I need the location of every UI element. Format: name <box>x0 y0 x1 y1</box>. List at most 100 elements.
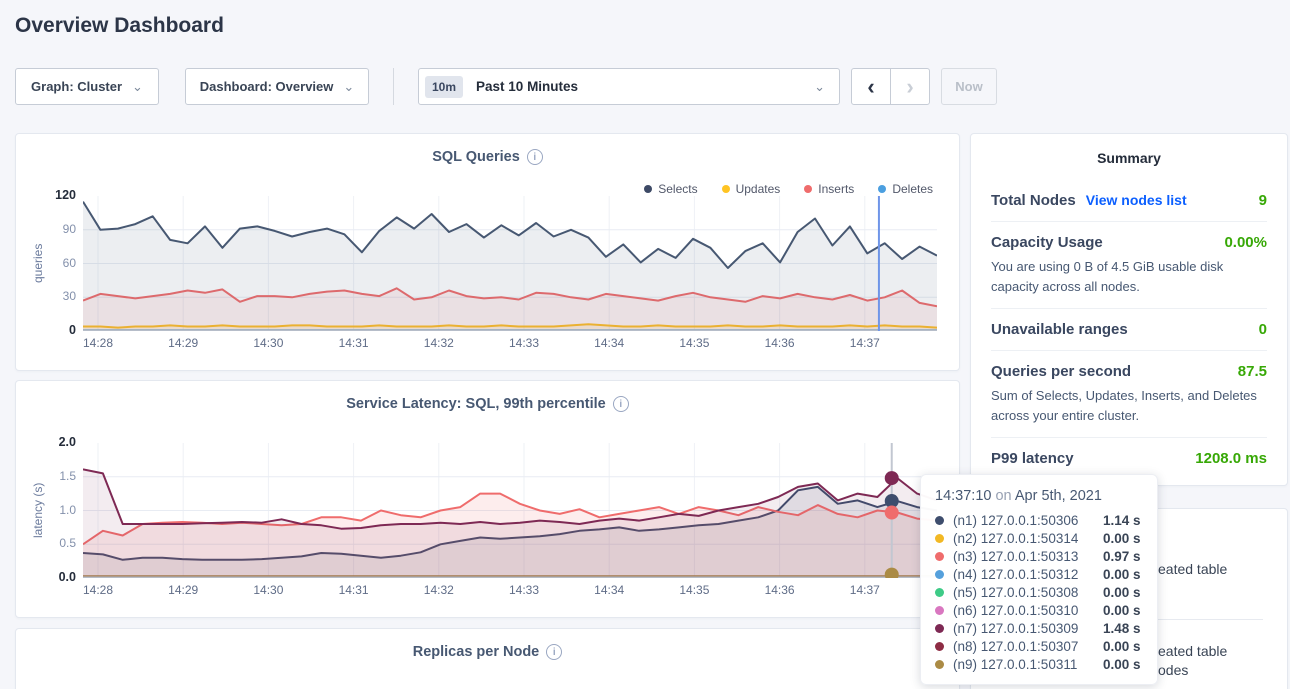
view-nodes-list-link[interactable]: View nodes list <box>1086 192 1187 208</box>
chart-title-row: SQL Queries i <box>16 149 959 165</box>
x-tick-label: 14:37 <box>837 583 893 597</box>
node-latency-value: 0.00 s <box>1103 531 1141 546</box>
x-tick-label: 14:33 <box>496 336 552 350</box>
tooltip-node-row: (n6) 127.0.0.1:503100.00 s <box>935 601 1143 619</box>
tooltip-node-row: (n1) 127.0.0.1:503061.14 s <box>935 511 1143 529</box>
x-tick-label: 14:30 <box>240 336 296 350</box>
y-tick-label: 0.0 <box>16 570 76 584</box>
tooltip-node-row: (n5) 127.0.0.1:503080.00 s <box>935 583 1143 601</box>
legend-dot <box>878 185 886 193</box>
node-color-dot <box>935 552 944 561</box>
chart-hover-tooltip: 14:37:10 on Apr 5th, 2021 (n1) 127.0.0.1… <box>920 474 1158 685</box>
node-latency-value: 0.00 s <box>1103 603 1141 618</box>
node-address: (n3) 127.0.0.1:50313 <box>953 549 1103 564</box>
graph-dropdown[interactable]: Graph: Cluster ⌄ <box>15 68 159 105</box>
node-address: (n6) 127.0.0.1:50310 <box>953 603 1103 618</box>
chart-title-row: Replicas per Node i <box>16 644 959 660</box>
sql-queries-plot[interactable] <box>83 196 937 331</box>
summary-label: Capacity Usage <box>991 234 1103 251</box>
y-tick-label: 1.0 <box>16 503 76 517</box>
y-tick-label: 0 <box>16 323 76 337</box>
chart-title: Service Latency: SQL, 99th percentile <box>346 396 606 412</box>
now-button[interactable]: Now <box>941 68 997 105</box>
x-tick-label: 14:31 <box>326 336 382 350</box>
node-latency-value: 1.14 s <box>1103 513 1141 528</box>
summary-row-p99-latency: P99 latency 1208.0 ms <box>991 438 1267 479</box>
info-icon[interactable]: i <box>527 149 543 165</box>
node-color-dot <box>935 570 944 579</box>
summary-row-queries-per-second: Queries per second 87.5 Sum of Selects, … <box>991 351 1267 438</box>
time-range-badge: 10m <box>425 76 463 98</box>
legend-item[interactable]: Deletes <box>878 182 933 196</box>
dashboard-dropdown[interactable]: Dashboard: Overview ⌄ <box>185 68 369 105</box>
node-latency-value: 0.00 s <box>1103 567 1141 582</box>
dashboard-dropdown-label: Dashboard: Overview <box>200 79 334 94</box>
chart-title: Replicas per Node <box>413 644 540 660</box>
graph-dropdown-label: Graph: Cluster <box>31 79 122 94</box>
node-color-dot <box>935 534 944 543</box>
node-address: (n4) 127.0.0.1:50312 <box>953 567 1103 582</box>
x-tick-label: 14:35 <box>666 336 722 350</box>
summary-label: Queries per second <box>991 363 1131 380</box>
summary-label: Total Nodes <box>991 192 1076 209</box>
tooltip-timestamp: 14:37:10 on Apr 5th, 2021 <box>935 488 1143 504</box>
summary-value: 9 <box>1259 192 1267 209</box>
y-tick-label: 120 <box>16 188 76 202</box>
time-range-selector[interactable]: 10m Past 10 Minutes ⌄ <box>418 68 840 105</box>
x-tick-label: 14:32 <box>411 336 467 350</box>
summary-label: Unavailable ranges <box>991 321 1128 338</box>
chevron-down-icon: ⌄ <box>343 82 354 92</box>
node-latency-value: 0.00 s <box>1103 585 1141 600</box>
info-icon[interactable]: i <box>613 396 629 412</box>
x-tick-label: 14:35 <box>666 583 722 597</box>
node-color-dot <box>935 516 944 525</box>
time-next-button[interactable]: › <box>890 68 930 105</box>
time-prev-button[interactable]: ‹ <box>851 68 891 105</box>
time-range-label: Past 10 Minutes <box>476 79 814 94</box>
service-latency-plot[interactable] <box>83 443 937 578</box>
service-latency-chart-card: Service Latency: SQL, 99th percentile i … <box>15 380 960 618</box>
x-tick-label: 14:33 <box>496 583 552 597</box>
legend-item[interactable]: Inserts <box>804 182 854 196</box>
summary-row-total-nodes: Total Nodes View nodes list 9 <box>991 180 1267 222</box>
summary-row-capacity-usage: Capacity Usage 0.00% You are using 0 B o… <box>991 222 1267 309</box>
x-tick-label: 14:36 <box>752 336 808 350</box>
x-tick-label: 14:28 <box>70 336 126 350</box>
event-text-fragment: eated table <box>1158 643 1227 659</box>
x-tick-label: 14:30 <box>240 583 296 597</box>
tooltip-node-row: (n4) 127.0.0.1:503120.00 s <box>935 565 1143 583</box>
legend-item[interactable]: Selects <box>644 182 697 196</box>
replicas-per-node-chart-card: Replicas per Node i <box>15 628 960 689</box>
y-tick-label: 1.5 <box>16 469 76 483</box>
legend-dot <box>644 185 652 193</box>
crosshair-dot <box>885 471 899 485</box>
summary-description: Sum of Selects, Updates, Inserts, and De… <box>991 386 1267 425</box>
y-tick-label: 60 <box>16 256 76 270</box>
node-latency-value: 1.48 s <box>1103 621 1141 636</box>
chart-title-row: Service Latency: SQL, 99th percentile i <box>16 396 959 412</box>
x-tick-label: 14:31 <box>326 583 382 597</box>
node-address: (n9) 127.0.0.1:50311 <box>953 657 1103 672</box>
y-tick-label: 90 <box>16 222 76 236</box>
summary-description: You are using 0 B of 4.5 GiB usable disk… <box>991 257 1267 296</box>
summary-panel: Summary Total Nodes View nodes list 9 Ca… <box>970 133 1288 486</box>
x-tick-label: 14:28 <box>70 583 126 597</box>
chevron-down-icon: ⌄ <box>132 82 143 92</box>
tooltip-node-row: (n9) 127.0.0.1:503110.00 s <box>935 655 1143 673</box>
summary-value: 0 <box>1259 321 1267 338</box>
legend-label: Updates <box>736 182 781 196</box>
node-latency-value: 0.00 s <box>1103 639 1141 654</box>
info-icon[interactable]: i <box>546 644 562 660</box>
x-tick-label: 14:32 <box>411 583 467 597</box>
x-tick-label: 14:37 <box>837 336 893 350</box>
node-address: (n7) 127.0.0.1:50309 <box>953 621 1103 636</box>
legend-item[interactable]: Updates <box>722 182 781 196</box>
node-latency-value: 0.97 s <box>1103 549 1141 564</box>
toolbar-divider <box>393 68 394 105</box>
x-tick-label: 14:34 <box>581 583 637 597</box>
chart-legend: Selects Updates Inserts Deletes <box>644 182 933 196</box>
node-latency-value: 0.00 s <box>1103 657 1141 672</box>
chart-title: SQL Queries <box>432 149 520 165</box>
y-tick-label: 2.0 <box>16 435 76 449</box>
chevron-down-icon: ⌄ <box>814 82 825 92</box>
